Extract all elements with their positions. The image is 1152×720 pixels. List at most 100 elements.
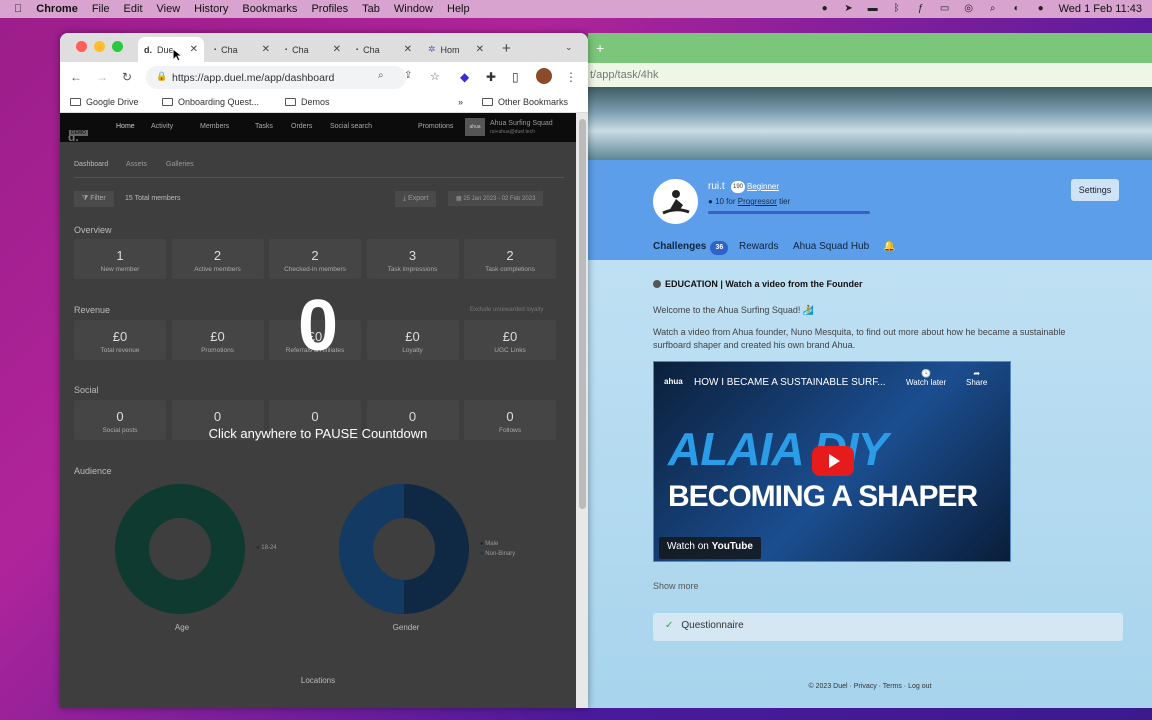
menu-help[interactable]: Help (447, 3, 470, 15)
avatar[interactable] (653, 179, 698, 224)
location-icon[interactable]: ➤ (843, 4, 855, 14)
subtab-assets[interactable]: Assets (126, 161, 147, 168)
maximize-window-button[interactable] (112, 41, 123, 52)
menu-view[interactable]: View (157, 3, 181, 15)
bell-icon[interactable]: 🔔 (883, 241, 895, 252)
tab-ahua-squad-hub[interactable]: Ahua Squad Hub (793, 241, 869, 252)
other-bookmarks[interactable]: Other Bookmarks (482, 97, 568, 107)
microphone-icon[interactable]: ● (819, 4, 831, 14)
menu-file[interactable]: File (92, 3, 110, 15)
battery-icon[interactable]: ▭ (939, 4, 951, 14)
tab-search-icon[interactable]: ⌄ (565, 42, 573, 53)
menu-edit[interactable]: Edit (124, 3, 143, 15)
tab-challenges[interactable]: Challenges 36 (653, 241, 729, 255)
extension-icon[interactable]: ◆ (460, 70, 469, 84)
profile-avatar[interactable] (536, 68, 552, 84)
menu-window[interactable]: Window (394, 3, 433, 15)
watch-later-button[interactable]: 🕓 Watch later (906, 369, 946, 387)
share-button[interactable]: ➦ Share (966, 369, 987, 387)
address-bar[interactable]: 🔒 https://app.duel.me/app/dashboard (146, 66, 406, 89)
new-tab-icon[interactable]: + (596, 40, 604, 56)
forward-icon[interactable]: → (96, 70, 108, 84)
close-window-button[interactable] (76, 41, 87, 52)
search-icon[interactable]: ⌕ (987, 4, 999, 14)
export-button[interactable]: ⤓ Export (395, 191, 437, 207)
sidebar-icon[interactable]: ▯ (512, 70, 519, 84)
tab-rewards[interactable]: Rewards (739, 241, 778, 252)
bookmark-label: Demos (301, 97, 330, 107)
nav-activity[interactable]: Activity (151, 123, 173, 130)
account-logo[interactable]: ahua (465, 118, 485, 136)
tab-duel[interactable]: d. Due ✕ (138, 37, 204, 62)
home-favicon: ✲ (428, 44, 436, 54)
control-center-icon[interactable]: ◎ (963, 4, 975, 14)
channel-logo[interactable]: ahua (664, 377, 683, 386)
right-address-bar[interactable]: t/app/task/4hk (588, 63, 1152, 87)
close-tab-icon[interactable]: ✕ (262, 44, 270, 55)
overview-stat-value: 1 (116, 248, 124, 263)
menu-bookmarks[interactable]: Bookmarks (242, 3, 297, 15)
share-page-icon[interactable]: ⇪ (404, 70, 412, 81)
menu-app-name[interactable]: Chrome (36, 3, 78, 15)
date-range-picker[interactable]: ▦ 25 Jan 2023 - 02 Feb 2023 (448, 191, 544, 206)
switch-icon[interactable]: ◐ (1011, 4, 1023, 14)
tab-challenge-2[interactable]: ▪ Cha ✕ (279, 37, 347, 62)
bookmark-star-icon[interactable]: ☆ (430, 70, 440, 83)
scrollbar[interactable] (576, 113, 588, 708)
menu-dots-icon[interactable]: ⋮ (565, 70, 577, 84)
nav-home[interactable]: Home (116, 123, 135, 130)
username[interactable]: rui.t (708, 181, 725, 192)
clock[interactable]: Wed 1 Feb 11:43 (1059, 3, 1142, 15)
nav-promotions[interactable]: Promotions (418, 123, 453, 130)
bookmarks-overflow-icon[interactable]: » (458, 97, 463, 107)
filter-button[interactable]: ⧩ Filter (74, 191, 114, 207)
menu-tab[interactable]: Tab (362, 3, 380, 15)
nav-orders[interactable]: Orders (291, 123, 312, 130)
drive-icon[interactable]: ▬ (867, 4, 879, 14)
show-more-link[interactable]: Show more (653, 581, 699, 591)
bookmark-google-drive[interactable]: Google Drive (70, 97, 139, 107)
minimize-window-button[interactable] (94, 41, 105, 52)
bluetooth-icon[interactable]: ᛒ (891, 4, 903, 14)
rank-link[interactable]: Beginner (747, 182, 779, 191)
tab-challenge-1[interactable]: ▪ Cha ✕ (208, 37, 276, 62)
settings-button[interactable]: Settings (1071, 179, 1119, 201)
back-icon[interactable]: ← (70, 70, 82, 84)
close-tab-icon[interactable]: ✕ (190, 44, 198, 55)
nav-tasks[interactable]: Tasks (255, 123, 273, 130)
puzzle-icon[interactable]: ✚ (486, 70, 496, 84)
tab-home[interactable]: ✲ Hom ✕ (422, 37, 490, 62)
close-tab-icon[interactable]: ✕ (476, 44, 484, 55)
tab-challenge-3[interactable]: ▪ Cha ✕ (350, 37, 418, 62)
nav-members[interactable]: Members (200, 123, 229, 130)
new-tab-icon[interactable]: + (502, 40, 511, 57)
reload-icon[interactable]: ↻ (122, 70, 132, 84)
subtab-dashboard[interactable]: Dashboard (74, 161, 108, 168)
overview-stat-label: Task impressions (387, 266, 438, 273)
close-tab-icon[interactable]: ✕ (333, 44, 341, 55)
zoom-icon[interactable]: ⌕ (378, 70, 384, 81)
tier-link[interactable]: Progressor (738, 197, 777, 206)
tab-challenge-1-label: Cha (221, 44, 238, 55)
subtab-galleries[interactable]: Galleries (166, 161, 194, 168)
countdown-number[interactable]: 0 (60, 285, 576, 367)
watch-on-youtube[interactable]: Watch on YouTube (659, 537, 761, 559)
bookmark-onboarding[interactable]: Onboarding Quest... (162, 97, 259, 107)
video-title[interactable]: HOW I BECAME A SUSTAINABLE SURF... (694, 377, 886, 388)
script-icon[interactable]: ƒ (915, 4, 927, 14)
overview-stat-value: 2 (213, 248, 222, 263)
siri-icon[interactable]: ● (1035, 4, 1047, 14)
questionnaire-item[interactable]: ✓ Questionnaire (653, 613, 1123, 641)
nav-social-search[interactable]: Social search (330, 123, 372, 130)
play-button[interactable] (812, 446, 854, 476)
tab-challenges-label: Challenges (653, 241, 707, 252)
scrollbar-thumb[interactable] (579, 119, 586, 509)
close-tab-icon[interactable]: ✕ (404, 44, 412, 55)
account-name[interactable]: Ahua Surfing Squad (490, 120, 553, 127)
menu-profiles[interactable]: Profiles (311, 3, 348, 15)
bookmark-demos[interactable]: Demos (285, 97, 330, 107)
youtube-embed[interactable]: ahua HOW I BECAME A SUSTAINABLE SURF... … (653, 361, 1011, 562)
apple-icon[interactable]:  (14, 3, 22, 15)
countdown-pause-message[interactable]: Click anywhere to PAUSE Countdown (60, 426, 576, 441)
menu-history[interactable]: History (194, 3, 228, 15)
